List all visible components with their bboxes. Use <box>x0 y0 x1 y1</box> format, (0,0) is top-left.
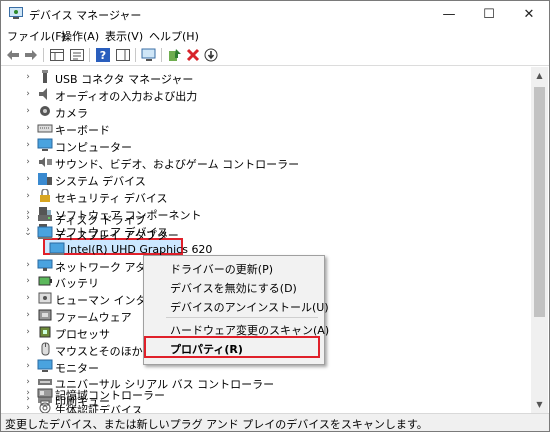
display-adapter-icon <box>49 242 65 255</box>
expand-chevron-icon[interactable]: › <box>23 310 33 320</box>
tree-item-display-adapters[interactable]: ⌄ ディスプレイ アダプター <box>1 225 531 242</box>
menu-item-label: デバイスを無効にする(D) <box>170 282 297 295</box>
scroll-thumb[interactable] <box>534 87 545 317</box>
disable-icon[interactable] <box>203 47 219 63</box>
status-text: 変更したデバイス、または新しいプラグ アンド プレイのデバイスをスキャンします。 <box>5 418 428 431</box>
expand-chevron-icon[interactable]: › <box>23 388 33 398</box>
expand-chevron-icon[interactable]: › <box>23 276 33 286</box>
expand-chevron-icon[interactable]: › <box>23 293 33 303</box>
expand-chevron-icon[interactable]: › <box>23 327 33 337</box>
properties-icon[interactable] <box>69 47 85 63</box>
network-icon <box>37 259 53 271</box>
expand-chevron-icon[interactable]: › <box>23 344 33 354</box>
device-manager-app-icon <box>9 7 23 19</box>
update-driver-icon[interactable] <box>167 47 183 63</box>
status-bar: 変更したデバイス、または新しいプラグ アンド プレイのデバイスをスキャンします。 <box>1 413 549 431</box>
svg-text:?: ? <box>100 49 106 62</box>
menu-item-properties[interactable]: プロパティ(R) <box>144 336 320 358</box>
close-icon[interactable]: ✕ <box>509 1 549 27</box>
toolbar-separator <box>89 48 90 62</box>
menu-file[interactable]: ファイル(F) <box>7 28 66 44</box>
scroll-down-icon[interactable]: ▼ <box>531 396 548 413</box>
device-manager-window: デバイス マネージャー — ☐ ✕ ファイル(F) 操作(A) 表示(V) ヘル… <box>0 0 550 432</box>
toolbar: ? <box>1 45 549 66</box>
collapse-chevron-icon[interactable]: ⌄ <box>23 228 33 238</box>
expand-chevron-icon[interactable]: › <box>23 213 33 223</box>
back-arrow-icon[interactable] <box>5 47 21 63</box>
title-bar: デバイス マネージャー — ☐ ✕ <box>1 1 549 27</box>
tree-item-label: ファームウェア <box>55 311 132 324</box>
show-hide-tree-icon[interactable] <box>49 47 65 63</box>
menu-item-label: プロパティ(R) <box>170 343 243 356</box>
scan-hardware-icon[interactable] <box>141 47 157 63</box>
hid-icon <box>38 292 52 304</box>
vertical-scrollbar[interactable]: ▲ ▼ <box>531 67 548 413</box>
menu-item-disable-device[interactable]: デバイスを無効にする(D) <box>144 277 324 297</box>
biometric-icon <box>39 402 51 413</box>
menu-item-uninstall-device[interactable]: デバイスのアンインストール(U) <box>144 296 329 316</box>
minimize-icon[interactable]: — <box>429 1 469 27</box>
disk-icon <box>38 215 52 221</box>
storage-icon <box>37 388 53 398</box>
help-icon[interactable]: ? <box>95 47 111 63</box>
menu-item-label: ドライバーの更新(P) <box>170 263 273 276</box>
tree-item-label: バッテリ <box>55 277 99 290</box>
maximize-icon[interactable]: ☐ <box>469 1 509 27</box>
menu-bar: ファイル(F) 操作(A) 表示(V) ヘルプ(H) <box>1 27 549 45</box>
toolbar-separator <box>135 48 136 62</box>
menu-view[interactable]: 表示(V) <box>105 28 143 44</box>
tree-item-label: プロセッサ <box>55 328 110 341</box>
toolbar-separator <box>43 48 44 62</box>
battery-icon <box>38 276 52 286</box>
menu-item-label: デバイスのアンインストール(U) <box>170 301 329 314</box>
monitor-icon <box>37 359 53 372</box>
expand-chevron-icon[interactable]: › <box>23 260 33 270</box>
firmware-icon <box>38 309 52 321</box>
menu-action[interactable]: 操作(A) <box>61 28 99 44</box>
menu-help[interactable]: ヘルプ(H) <box>149 28 199 44</box>
action-pane-icon[interactable] <box>115 47 131 63</box>
uninstall-icon[interactable] <box>185 47 201 63</box>
expand-chevron-icon[interactable]: › <box>23 403 33 413</box>
tree-item-label: 生体認証デバイス <box>55 404 143 413</box>
tree-item-biometric[interactable]: › 生体認証デバイス <box>1 400 531 413</box>
scroll-up-icon[interactable]: ▲ <box>531 67 548 84</box>
expand-chevron-icon[interactable]: › <box>23 361 33 371</box>
processor-icon <box>39 326 51 338</box>
window-title: デバイス マネージャー <box>29 9 142 22</box>
forward-arrow-icon[interactable] <box>23 47 39 63</box>
toolbar-separator <box>161 48 162 62</box>
menu-item-update-driver[interactable]: ドライバーの更新(P) <box>144 258 324 278</box>
menu-separator <box>166 317 318 318</box>
display-adapter-icon <box>37 226 53 239</box>
mouse-icon <box>41 342 50 356</box>
